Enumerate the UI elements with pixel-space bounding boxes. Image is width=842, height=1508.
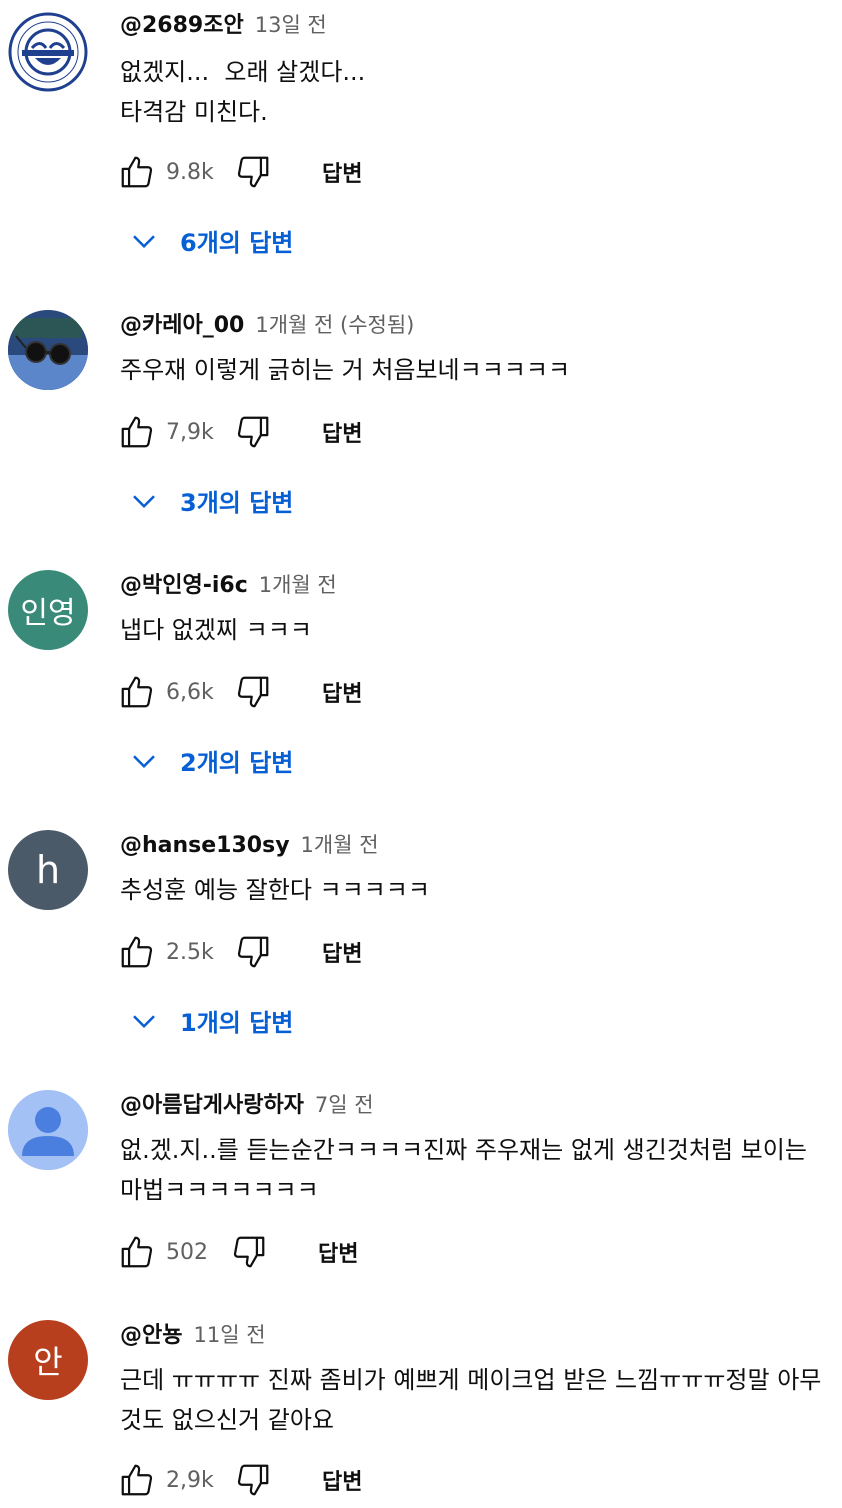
comment-header: @아름답게사랑하자 7일 전 bbox=[120, 1090, 374, 1121]
sunglasses-photo-icon bbox=[8, 310, 88, 390]
action-bar: 9.8k 답변 bbox=[116, 150, 362, 194]
avatar-initials: 인영 bbox=[20, 596, 76, 631]
view-replies-button[interactable]: 1개의 답변 bbox=[128, 1000, 293, 1040]
like-count: 6,6k bbox=[166, 679, 214, 705]
dislike-button[interactable] bbox=[232, 152, 274, 192]
chevron-down-icon bbox=[128, 224, 160, 256]
avatar[interactable]: 인영 bbox=[8, 570, 88, 650]
replies-count-label: 6개의 답변 bbox=[180, 228, 294, 257]
comment-thread: @2689조안 13일 전 없겠지... 오래 살겠다... 타격감 미친다. … bbox=[0, 10, 842, 270]
replies-count-label: 1개의 답변 bbox=[180, 1008, 294, 1037]
author-name[interactable]: @아름답게사랑하자 bbox=[120, 1093, 304, 1118]
view-replies-button[interactable]: 6개의 답변 bbox=[128, 220, 293, 260]
avatar[interactable] bbox=[8, 12, 88, 92]
comment-thread: 인영 @박인영-i6c 1개월 전 냅다 없겠찌 ㅋㅋㅋ 6,6k 답변 2개의… bbox=[0, 570, 842, 790]
author-name[interactable]: @hanse130sy bbox=[120, 833, 290, 858]
like-button[interactable] bbox=[116, 932, 158, 972]
thumbs-up-icon bbox=[121, 1464, 153, 1496]
thumbs-down-icon bbox=[237, 1464, 269, 1496]
avatar[interactable]: h bbox=[8, 830, 88, 910]
comment-text: 없겠지... 오래 살겠다... 타격감 미친다. bbox=[120, 58, 366, 126]
author-name[interactable]: @박인영-i6c bbox=[120, 573, 248, 598]
like-button[interactable] bbox=[116, 672, 158, 712]
comment-time[interactable]: 1개월 전 (수정됨) bbox=[255, 313, 414, 337]
thumbs-up-icon bbox=[121, 676, 153, 708]
comment-text: 주우재 이렇게 긁히는 거 처음보네ㅋㅋㅋㅋㅋ bbox=[120, 356, 571, 384]
reply-button[interactable]: 답변 bbox=[318, 1236, 358, 1268]
comment-text: 근데 ㅠㅠㅠㅠ 진짜 좀비가 예쁘게 메이크업 받은 느낌ㅠㅠㅠ정말 아무것도 … bbox=[120, 1366, 822, 1434]
author-name[interactable]: @2689조안 bbox=[120, 13, 244, 38]
thumbs-down-icon bbox=[237, 676, 269, 708]
thumbs-up-icon bbox=[121, 1236, 153, 1268]
reply-button[interactable]: 답변 bbox=[322, 676, 362, 708]
comment-thread: h @hanse130sy 1개월 전 추성훈 예능 잘한다 ㅋㅋㅋㅋㅋ 2.5… bbox=[0, 830, 842, 1050]
comment-header: @카레아_00 1개월 전 (수정됨) bbox=[120, 310, 414, 341]
avatar[interactable]: 안 bbox=[8, 1320, 88, 1400]
like-count: 2,9k bbox=[166, 1467, 214, 1493]
thumbs-down-icon bbox=[237, 156, 269, 188]
comment-thread: 안 @안뇽 11일 전 근데 ㅠㅠㅠㅠ 진짜 좀비가 예쁘게 메이크업 받은 느… bbox=[0, 1320, 842, 1508]
reply-button[interactable]: 답변 bbox=[322, 936, 362, 968]
like-button[interactable] bbox=[116, 152, 158, 192]
comment-time[interactable]: 7일 전 bbox=[315, 1093, 374, 1117]
avatar[interactable] bbox=[8, 310, 88, 390]
chevron-down-icon bbox=[128, 484, 160, 516]
like-count: 502 bbox=[166, 1239, 208, 1265]
comment-header: @안뇽 11일 전 bbox=[120, 1320, 266, 1351]
dislike-button[interactable] bbox=[232, 412, 274, 452]
thumbs-up-icon bbox=[121, 416, 153, 448]
action-bar: 7,9k 답변 bbox=[116, 410, 362, 454]
comment-header: @2689조안 13일 전 bbox=[120, 10, 327, 41]
thumbs-up-icon bbox=[121, 936, 153, 968]
avatar-initials: h bbox=[35, 848, 61, 892]
author-name[interactable]: @안뇽 bbox=[120, 1323, 182, 1348]
comment-text: 추성훈 예능 잘한다 ㅋㅋㅋㅋㅋ bbox=[120, 876, 430, 904]
dislike-button[interactable] bbox=[228, 1232, 270, 1272]
dislike-button[interactable] bbox=[232, 932, 274, 972]
comment-header: @hanse130sy 1개월 전 bbox=[120, 830, 379, 861]
action-bar: 2,9k 답변 bbox=[116, 1458, 362, 1502]
laughing-man-logo-icon bbox=[8, 12, 88, 92]
action-bar: 502 답변 bbox=[116, 1230, 358, 1274]
replies-count-label: 3개의 답변 bbox=[180, 488, 294, 517]
chevron-down-icon bbox=[128, 744, 160, 776]
thumbs-up-icon bbox=[121, 156, 153, 188]
thumbs-down-icon bbox=[233, 1236, 265, 1268]
like-button[interactable] bbox=[116, 1460, 158, 1500]
comment-time[interactable]: 1개월 전 bbox=[301, 833, 379, 857]
avatar-initials: 안 bbox=[33, 1343, 63, 1381]
dislike-button[interactable] bbox=[232, 672, 274, 712]
comment-time[interactable]: 1개월 전 bbox=[259, 573, 337, 597]
action-bar: 6,6k 답변 bbox=[116, 670, 362, 714]
comment-thread: @카레아_00 1개월 전 (수정됨) 주우재 이렇게 긁히는 거 처음보네ㅋㅋ… bbox=[0, 310, 842, 530]
dislike-button[interactable] bbox=[232, 1460, 274, 1500]
comment-time[interactable]: 13일 전 bbox=[255, 13, 327, 37]
comment-header: @박인영-i6c 1개월 전 bbox=[120, 570, 337, 601]
thumbs-down-icon bbox=[237, 416, 269, 448]
view-replies-button[interactable]: 3개의 답변 bbox=[128, 480, 293, 520]
like-button[interactable] bbox=[116, 412, 158, 452]
comment-time[interactable]: 11일 전 bbox=[193, 1323, 265, 1347]
reply-button[interactable]: 답변 bbox=[322, 1464, 362, 1496]
thumbs-down-icon bbox=[237, 936, 269, 968]
chevron-down-icon bbox=[128, 1004, 160, 1036]
default-person-icon bbox=[8, 1090, 88, 1170]
comment-text: 없.겠.지..를 듣는순간ㅋㅋㅋㅋ진짜 주우재는 없게 생긴것처럼 보이는 마법… bbox=[120, 1136, 815, 1204]
replies-count-label: 2개의 답변 bbox=[180, 748, 294, 777]
like-button[interactable] bbox=[116, 1232, 158, 1272]
comment-thread: @아름답게사랑하자 7일 전 없.겠.지..를 듣는순간ㅋㅋㅋㅋ진짜 주우재는 … bbox=[0, 1090, 842, 1280]
avatar[interactable] bbox=[8, 1090, 88, 1170]
action-bar: 2.5k 답변 bbox=[116, 930, 362, 974]
view-replies-button[interactable]: 2개의 답변 bbox=[128, 740, 293, 780]
reply-button[interactable]: 답변 bbox=[322, 156, 362, 188]
like-count: 7,9k bbox=[166, 419, 214, 445]
like-count: 2.5k bbox=[166, 939, 214, 965]
like-count: 9.8k bbox=[166, 159, 214, 185]
comment-text: 냅다 없겠찌 ㅋㅋㅋ bbox=[120, 616, 312, 644]
author-name[interactable]: @카레아_00 bbox=[120, 313, 244, 338]
reply-button[interactable]: 답변 bbox=[322, 416, 362, 448]
